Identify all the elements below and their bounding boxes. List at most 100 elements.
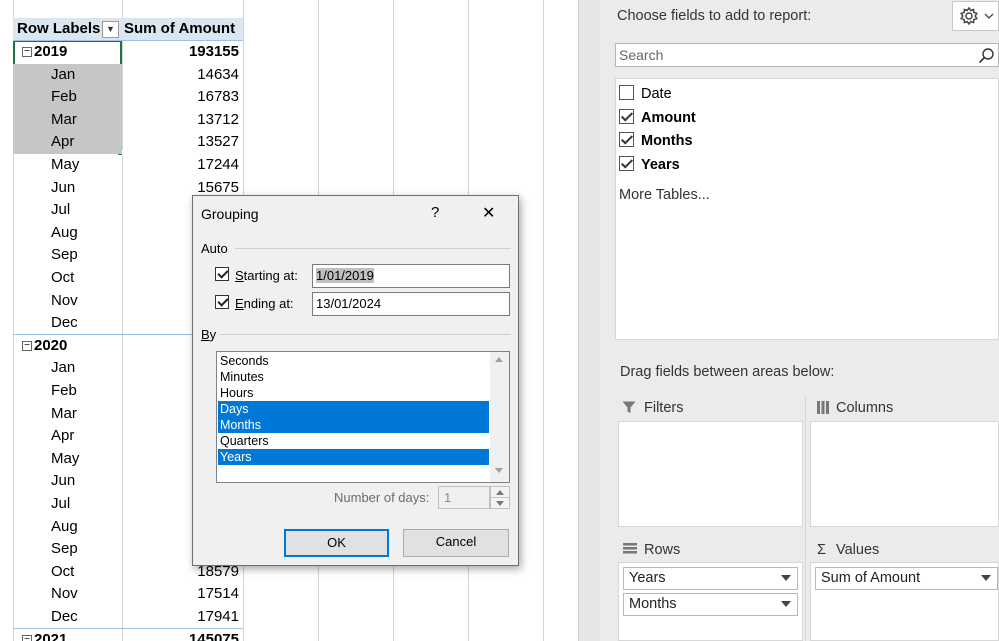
field-label: Date bbox=[641, 86, 672, 102]
field-checkbox[interactable] bbox=[619, 108, 634, 124]
values-drop-area[interactable]: Sum of Amount bbox=[810, 562, 999, 641]
close-button[interactable]: ✕ bbox=[482, 203, 495, 223]
pivot-month-label[interactable]: Mar bbox=[13, 108, 122, 132]
listbox-scrollbar[interactable] bbox=[490, 352, 509, 482]
starting-at-value: 1/01/2019 bbox=[316, 268, 374, 283]
filters-area-label: Filters bbox=[644, 400, 684, 416]
dialog-title: Grouping bbox=[201, 206, 259, 222]
spin-down-icon[interactable] bbox=[496, 501, 504, 506]
pivot-month-label[interactable]: Jan bbox=[13, 357, 122, 380]
grouping-dialog: Grouping ? ✕ Auto Starting at: 1/01/2019… bbox=[192, 195, 519, 566]
number-of-days-input[interactable]: 1 bbox=[438, 486, 490, 509]
pivot-amount-value[interactable]: 13527 bbox=[122, 131, 243, 154]
field-list: Date Amount Months Years More Tables... bbox=[615, 78, 999, 340]
filters-drop-area[interactable] bbox=[618, 421, 803, 527]
field-item-amount[interactable]: Amount bbox=[619, 108, 696, 128]
cancel-button[interactable]: Cancel bbox=[403, 529, 509, 557]
field-item-months[interactable]: Months bbox=[619, 131, 693, 151]
pivot-month-label[interactable]: May bbox=[13, 448, 122, 471]
pivot-month-label[interactable]: Jul bbox=[13, 493, 122, 516]
pivot-amount-value[interactable]: 193155 bbox=[122, 41, 243, 64]
pivot-month-label[interactable]: Nov bbox=[13, 583, 122, 606]
pivot-month-label[interactable]: Jun bbox=[13, 470, 122, 493]
pivot-month-label[interactable]: Apr bbox=[13, 131, 122, 154]
group-by-option-quarters[interactable]: Quarters bbox=[218, 433, 489, 449]
group-by-option-days[interactable]: Days bbox=[218, 401, 489, 417]
field-checkbox[interactable] bbox=[619, 85, 634, 100]
scroll-up-icon[interactable] bbox=[495, 357, 503, 362]
group-by-option-hours[interactable]: Hours bbox=[218, 385, 489, 401]
chevron-down-icon bbox=[984, 13, 994, 19]
pane-separator[interactable] bbox=[578, 0, 600, 641]
field-search-input[interactable]: Search bbox=[615, 43, 999, 67]
chevron-down-icon bbox=[981, 575, 991, 581]
field-item-years[interactable]: Years bbox=[619, 155, 680, 175]
rows-drop-area[interactable]: Years Months bbox=[618, 562, 803, 641]
pivot-month-label[interactable]: Aug bbox=[13, 222, 122, 245]
starting-at-checkbox[interactable] bbox=[215, 267, 229, 281]
close-icon: ✕ bbox=[482, 205, 496, 222]
pivot-month-label[interactable]: Dec bbox=[13, 312, 122, 335]
pivot-month-label[interactable]: Jul bbox=[13, 199, 122, 222]
pivot-month-label[interactable]: Jun bbox=[13, 177, 122, 200]
ending-at-value: 13/01/2024 bbox=[316, 296, 382, 311]
values-area-label: Values bbox=[836, 542, 880, 558]
pivot-month-label[interactable]: Oct bbox=[13, 561, 122, 584]
field-item-date[interactable]: Date bbox=[619, 84, 672, 104]
collapse-minus-icon[interactable]: − bbox=[22, 340, 32, 351]
ending-at-input[interactable]: 13/01/2024 bbox=[312, 292, 510, 316]
pivot-amount-value[interactable]: 17244 bbox=[122, 154, 243, 177]
pivot-month-label[interactable]: Sep bbox=[13, 538, 122, 561]
pivot-amount-value[interactable]: 145075 bbox=[122, 629, 243, 641]
pivot-month-label[interactable]: Feb bbox=[13, 380, 122, 403]
rows-item-months[interactable]: Months bbox=[623, 593, 798, 616]
columns-icon bbox=[817, 401, 829, 414]
group-by-listbox[interactable]: Seconds Minutes Hours Days Months Quarters Yea… bbox=[216, 351, 510, 483]
auto-group-label: Auto bbox=[201, 241, 228, 256]
pivot-month-label[interactable]: Apr bbox=[13, 425, 122, 448]
rows-area-label: Rows bbox=[644, 542, 681, 558]
pivot-amount-value[interactable]: 14634 bbox=[122, 64, 243, 87]
field-label: Months bbox=[641, 133, 693, 149]
drag-fields-label: Drag fields between areas below: bbox=[620, 364, 835, 380]
pivot-month-label[interactable]: May bbox=[13, 154, 122, 177]
pivot-amount-value[interactable]: 16783 bbox=[122, 86, 243, 109]
spin-up-icon[interactable] bbox=[496, 490, 504, 495]
group-by-option-months[interactable]: Months bbox=[218, 417, 489, 433]
field-checkbox[interactable] bbox=[619, 155, 634, 171]
rows-item-years[interactable]: Years bbox=[623, 567, 798, 590]
pivot-month-label[interactable]: Nov bbox=[13, 290, 122, 313]
number-of-days-label: Number of days: bbox=[334, 490, 430, 505]
row-labels-filter-dropdown[interactable]: ▼ bbox=[102, 21, 119, 38]
field-pane-settings-button[interactable] bbox=[952, 1, 999, 31]
collapse-minus-icon[interactable]: − bbox=[22, 634, 32, 641]
group-by-option-minutes[interactable]: Minutes bbox=[218, 369, 489, 385]
starting-at-input[interactable]: 1/01/2019 bbox=[312, 264, 510, 288]
help-button[interactable]: ? bbox=[431, 204, 439, 221]
group-by-option-seconds[interactable]: Seconds bbox=[218, 353, 489, 369]
ending-at-checkbox[interactable] bbox=[215, 295, 229, 309]
choose-fields-label: Choose fields to add to report: bbox=[617, 8, 812, 24]
pivot-amount-value[interactable]: 13712 bbox=[122, 109, 243, 132]
scroll-down-icon[interactable] bbox=[495, 468, 503, 473]
pivot-amount-value[interactable]: 17941 bbox=[122, 606, 243, 629]
pivot-month-label[interactable]: Mar bbox=[13, 403, 122, 426]
pivot-month-label[interactable]: Oct bbox=[13, 267, 122, 290]
pivot-month-label[interactable]: Dec bbox=[13, 606, 122, 629]
pivot-month-label[interactable]: Feb bbox=[13, 86, 122, 109]
collapse-minus-icon[interactable]: − bbox=[22, 47, 32, 57]
columns-drop-area[interactable] bbox=[810, 421, 999, 527]
values-item-sum-of-amount[interactable]: Sum of Amount bbox=[815, 567, 998, 590]
pivot-amount-value[interactable]: 17514 bbox=[122, 583, 243, 606]
pivot-month-label[interactable]: Aug bbox=[13, 516, 122, 539]
columns-area-label: Columns bbox=[836, 400, 894, 416]
ok-button[interactable]: OK bbox=[284, 529, 389, 557]
group-by-option-years[interactable]: Years bbox=[218, 449, 489, 465]
pivot-month-label[interactable]: Jan bbox=[13, 63, 122, 87]
pivot-month-label[interactable]: Sep bbox=[13, 244, 122, 267]
field-checkbox[interactable] bbox=[619, 132, 634, 147]
gear-icon bbox=[960, 6, 994, 26]
number-of-days-spinner[interactable] bbox=[490, 486, 510, 509]
rows-item-label: Years bbox=[629, 570, 666, 586]
more-tables-link[interactable]: More Tables... bbox=[619, 185, 710, 205]
